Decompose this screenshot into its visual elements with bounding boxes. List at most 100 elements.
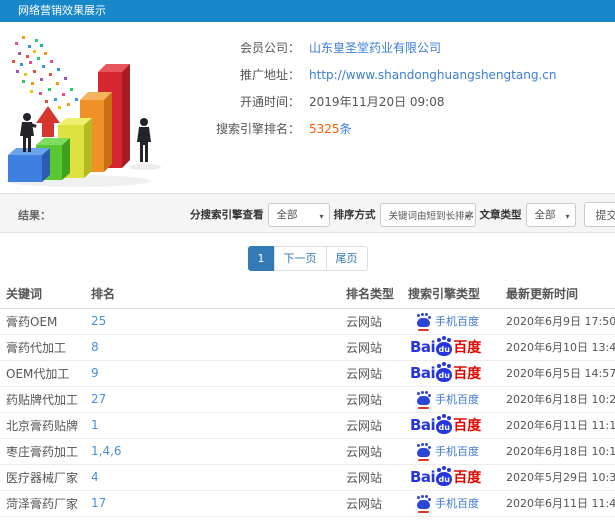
engine-type-cell: 手机百度 Baidu百度: [402, 360, 500, 387]
baidu-logo-icon: Bai du 百度: [410, 364, 482, 382]
table-row: 菏泽膏药厂家 17 云网站 手机百度 Baidu百度 2020年6月11日 11…: [0, 490, 615, 517]
businessman-left-figure: [20, 113, 37, 152]
keyword-cell: 医疗器械厂家: [0, 464, 85, 491]
open-time-label: 开通时间：: [239, 95, 300, 109]
engine-view-selected-value: 全部: [276, 209, 298, 221]
open-time-value: 2019年11月20日 09:08: [309, 95, 445, 109]
engine-type-cell: 手机百度 Baidu百度: [402, 438, 500, 465]
member-company-label: 会员公司：: [239, 41, 300, 55]
mobile-baidu-icon: 手机百度: [417, 391, 479, 409]
pagination: 1 下一页 尾页: [0, 246, 615, 271]
engine-type-cell: 手机百度 Baidu百度: [402, 412, 500, 439]
article-type-selected-value: 全部: [534, 209, 556, 221]
engine-type-cell: 手机百度 Baidu百度: [402, 464, 500, 491]
engine-view-select[interactable]: 全部 ▾: [267, 202, 330, 227]
keyword-cell: OEM代加工: [0, 360, 85, 387]
rank-link[interactable]: 25: [91, 314, 106, 328]
table-row: OEM代加工 9 云网站 手机百度 Baidu百度 2020年6月5日 14:5…: [0, 360, 615, 387]
article-type-label: 文章类型: [479, 209, 522, 221]
rank-type-cell: 云网站: [340, 438, 402, 465]
rank-type-cell: 云网站: [340, 308, 402, 335]
results-table: 关键词 排名 排名类型 搜索引擎类型 最新更新时间 膏药OEM 25 云网站 手…: [0, 280, 615, 517]
rank-type-cell: 云网站: [340, 386, 402, 413]
marketing-chart-illustration: [0, 30, 190, 190]
table-row: 膏药代加工 8 云网站 手机百度 Baidu百度 2020年6月10日 13:4…: [0, 334, 615, 361]
updated-cell: 2020年6月18日 10:25: [500, 386, 615, 413]
next-page-button[interactable]: 下一页: [273, 246, 327, 271]
result-label: 结果：: [18, 209, 51, 222]
updated-cell: 2020年6月11日 11:18: [500, 412, 615, 439]
member-company-row: 会员公司： 山东皇圣堂药业有限公司: [190, 34, 615, 61]
rank-unit: 条: [339, 122, 352, 136]
keyword-cell: 膏药OEM: [0, 308, 85, 335]
table-row: 药贴牌代加工 27 云网站 手机百度 Baidu百度 2020年6月18日 10…: [0, 386, 615, 413]
sort-mode-selected-value: 关键词由短到长排序: [388, 210, 475, 222]
article-type-select[interactable]: 全部 ▾: [525, 202, 576, 227]
col-header-engine-type: 搜索引擎类型: [402, 280, 500, 309]
rank-link[interactable]: 9: [91, 366, 99, 380]
table-row: 枣庄膏药加工 1,4,6 云网站 手机百度 Baidu百度 2020年6月18日…: [0, 438, 615, 465]
promo-url-link[interactable]: http://www.shandonghuangshengtang.cn: [309, 68, 556, 82]
sort-mode-label: 排序方式: [333, 209, 376, 221]
table-row: 膏药OEM 25 云网站 手机百度 Baidu百度 2020年6月9日 17:5…: [0, 308, 615, 335]
col-header-rank-type: 排名类型: [340, 280, 402, 309]
page-header-bar: 网络营销效果展示: [0, 0, 615, 22]
keyword-cell: 菏泽膏药厂家: [0, 490, 85, 517]
rank-link[interactable]: 17: [91, 496, 106, 510]
member-company-link[interactable]: 山东皇圣堂药业有限公司: [309, 39, 441, 56]
mobile-baidu-icon: 手机百度: [417, 443, 479, 461]
col-header-keyword: 关键词: [0, 280, 85, 309]
rank-type-cell: 云网站: [340, 360, 402, 387]
mobile-baidu-icon: 手机百度: [417, 313, 479, 331]
updated-cell: 2020年6月11日 11:40: [500, 490, 615, 517]
engine-rank-label: 搜索引擎排名：: [215, 122, 300, 136]
company-info-list: 会员公司： 山东皇圣堂药业有限公司 推广地址： http://www.shand…: [190, 30, 615, 192]
table-row: 医疗器械厂家 4 云网站 手机百度 Baidu百度 2020年5月29日 10:…: [0, 464, 615, 491]
engine-rank-row: 搜索引擎排名： 5325条: [190, 115, 615, 142]
keyword-cell: 药贴牌代加工: [0, 386, 85, 413]
promo-url-row: 推广地址： http://www.shandonghuangshengtang.…: [190, 61, 615, 88]
table-body: 膏药OEM 25 云网站 手机百度 Baidu百度 2020年6月9日 17:5…: [0, 308, 615, 517]
rank-link[interactable]: 1: [91, 418, 99, 432]
rank-link[interactable]: 4: [91, 470, 99, 484]
last-page-button[interactable]: 尾页: [325, 246, 368, 271]
rank-count: 5325: [309, 122, 340, 136]
confetti-dots: [12, 36, 78, 109]
updated-cell: 2020年6月5日 14:57: [500, 360, 615, 387]
submit-button[interactable]: 提交: [583, 202, 615, 227]
engine-type-cell: 手机百度 Baidu百度: [402, 334, 500, 361]
mobile-baidu-icon: 手机百度: [417, 495, 479, 513]
table-header-row: 关键词 排名 排名类型 搜索引擎类型 最新更新时间: [0, 280, 615, 309]
rank-type-cell: 云网站: [340, 412, 402, 439]
chevron-down-icon: ▾: [319, 211, 324, 221]
updated-cell: 2020年6月9日 17:50: [500, 308, 615, 335]
baidu-logo-icon: Bai du 百度: [410, 416, 482, 434]
rank-type-cell: 云网站: [340, 464, 402, 491]
chevron-down-icon: ▾: [565, 211, 570, 221]
col-header-updated: 最新更新时间: [500, 280, 615, 309]
open-time-row: 开通时间： 2019年11月20日 09:08: [190, 88, 615, 115]
company-info-section: 会员公司： 山东皇圣堂药业有限公司 推广地址： http://www.shand…: [0, 22, 615, 192]
engine-view-label: 分搜索引擎查看: [190, 209, 264, 221]
rank-link[interactable]: 27: [91, 392, 106, 406]
rank-link[interactable]: 1,4,6: [91, 444, 122, 458]
col-header-rank: 排名: [85, 280, 340, 309]
keyword-cell: 膏药代加工: [0, 334, 85, 361]
rank-type-cell: 云网站: [340, 490, 402, 517]
engine-rank-value: 5325条: [309, 120, 352, 137]
keyword-cell: 枣庄膏药加工: [0, 438, 85, 465]
engine-type-cell: 手机百度 Baidu百度: [402, 490, 500, 517]
filter-bar: 结果： 分搜索引擎查看 全部 ▾ 排序方式 关键词由短到长排序 ▾ 文章类型 全…: [0, 193, 615, 233]
updated-cell: 2020年6月10日 13:40: [500, 334, 615, 361]
sort-mode-select[interactable]: 关键词由短到长排序 ▾: [379, 202, 476, 227]
rank-link[interactable]: 8: [91, 340, 99, 354]
baidu-logo-icon: Bai du 百度: [410, 338, 482, 356]
page-button-current[interactable]: 1: [247, 246, 275, 271]
updated-cell: 2020年5月29日 10:32: [500, 464, 615, 491]
baidu-logo-icon: Bai du 百度: [410, 468, 482, 486]
businessman-right-figure: [137, 118, 151, 162]
updated-cell: 2020年6月18日 10:19: [500, 438, 615, 465]
filter-controls: 分搜索引擎查看 全部 ▾ 排序方式 关键词由短到长排序 ▾ 文章类型 全部 ▾ …: [186, 202, 615, 227]
chevron-down-icon: ▾: [465, 211, 470, 221]
page-title: 网络营销效果展示: [18, 4, 106, 17]
